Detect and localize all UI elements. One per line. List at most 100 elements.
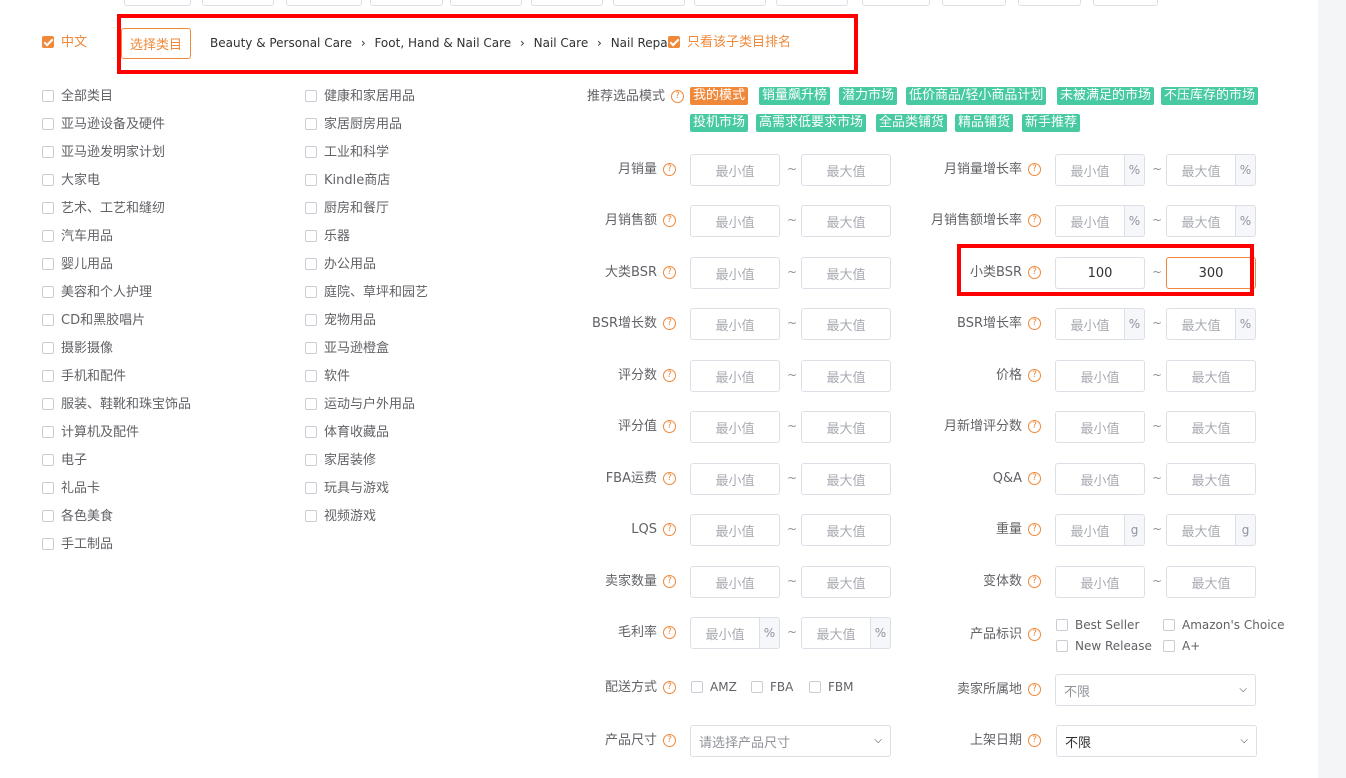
category-checkbox[interactable]: CD和黑胶唱片 xyxy=(42,313,145,329)
filter-max-input[interactable]: 最大值 xyxy=(801,566,891,598)
listing-date-select[interactable]: 不限 ⌵ xyxy=(1056,725,1257,757)
category-checkbox[interactable]: 各色美食 xyxy=(42,509,113,525)
product-size-select[interactable]: 请选择产品尺寸 ⌵ xyxy=(690,725,891,757)
filter-max-input[interactable]: 最大值 xyxy=(801,257,891,289)
help-icon[interactable]: ? xyxy=(1028,575,1041,588)
filter-max-input[interactable]: 最大值 xyxy=(801,463,891,495)
category-checkbox[interactable]: 汽车用品 xyxy=(42,229,113,245)
filter-min-input[interactable]: 最小值 xyxy=(1055,411,1145,443)
filter-min-input[interactable]: 最小值 xyxy=(1055,463,1145,495)
filter-max-input[interactable]: 最大值 xyxy=(801,308,891,340)
filter-min-input[interactable]: 最小值 xyxy=(690,617,760,649)
filter-min-input[interactable]: 最小值 xyxy=(690,463,780,495)
top-button[interactable] xyxy=(942,0,1006,6)
category-checkbox[interactable]: 手机和配件 xyxy=(42,369,126,385)
delivery-amz-checkbox[interactable]: AMZ xyxy=(691,680,737,694)
filter-min-input[interactable]: 最小值 xyxy=(1055,360,1145,392)
top-button[interactable] xyxy=(694,0,766,6)
top-button[interactable] xyxy=(531,0,603,6)
top-button[interactable] xyxy=(124,0,191,6)
category-checkbox[interactable]: 厨房和餐厅 xyxy=(305,201,389,217)
mode-tag[interactable]: 精品铺货 xyxy=(955,114,1014,132)
category-checkbox[interactable]: 摄影摄像 xyxy=(42,341,113,357)
category-checkbox[interactable]: 视频游戏 xyxy=(305,509,376,525)
help-icon[interactable]: ? xyxy=(663,472,676,485)
badge-best-seller-checkbox[interactable]: Best Seller xyxy=(1056,618,1139,632)
category-checkbox[interactable]: 婴儿用品 xyxy=(42,257,113,273)
mode-tag[interactable]: 销量飙升榜 xyxy=(759,87,831,105)
category-checkbox[interactable]: 服装、鞋靴和珠宝饰品 xyxy=(42,397,191,413)
mode-tag[interactable]: 投机市场 xyxy=(690,114,749,132)
category-checkbox[interactable]: 家居厨房用品 xyxy=(305,117,402,133)
filter-min-input[interactable]: 最小值 xyxy=(1055,308,1125,340)
category-checkbox[interactable]: 办公用品 xyxy=(305,257,376,273)
category-checkbox[interactable]: 亚马逊发明家计划 xyxy=(42,145,165,161)
mode-tag[interactable]: 不压库存的市场 xyxy=(1161,87,1259,105)
filter-max-input[interactable]: 最大值 xyxy=(1166,463,1256,495)
help-icon[interactable]: ? xyxy=(1028,472,1041,485)
filter-min-input[interactable]: 最小值 xyxy=(690,154,780,186)
help-icon[interactable]: ? xyxy=(663,369,676,382)
mode-tag[interactable]: 低价商品/轻小商品计划 xyxy=(906,87,1047,105)
filter-max-input[interactable]: 最大值 xyxy=(1166,205,1236,237)
help-icon[interactable]: ? xyxy=(663,214,676,227)
filter-max-input[interactable]: 最大值 xyxy=(801,411,891,443)
top-button[interactable] xyxy=(370,0,443,6)
category-checkbox[interactable]: Kindle商店 xyxy=(305,173,390,189)
top-button[interactable] xyxy=(1093,0,1158,6)
filter-min-input[interactable]: 最小值 xyxy=(690,566,780,598)
mode-tag[interactable]: 全品类铺货 xyxy=(876,114,948,132)
delivery-fbm-checkbox[interactable]: FBM xyxy=(809,680,854,694)
top-button[interactable] xyxy=(862,0,930,6)
category-checkbox[interactable]: 宠物用品 xyxy=(305,313,376,329)
filter-max-input[interactable]: 最大值 xyxy=(1166,308,1236,340)
category-checkbox[interactable]: 全部类目 xyxy=(42,89,113,105)
category-checkbox[interactable]: 计算机及配件 xyxy=(42,425,139,441)
category-checkbox[interactable]: 软件 xyxy=(305,369,350,385)
category-checkbox[interactable]: 美容和个人护理 xyxy=(42,285,152,301)
help-icon[interactable]: ? xyxy=(1028,683,1041,696)
mode-tag[interactable]: 高需求低要求市场 xyxy=(756,114,867,132)
mode-tag[interactable]: 潜力市场 xyxy=(839,87,898,105)
category-checkbox[interactable]: 乐器 xyxy=(305,229,350,245)
help-icon[interactable]: ? xyxy=(663,575,676,588)
help-icon[interactable]: ? xyxy=(671,90,684,103)
filter-min-input[interactable]: 最小值 xyxy=(690,205,780,237)
filter-min-input[interactable]: 最小值 xyxy=(690,308,780,340)
filter-max-input[interactable]: 最大值 xyxy=(1166,411,1256,443)
filter-max-input[interactable]: 最大值 xyxy=(801,617,871,649)
filter-max-input[interactable]: 最大值 xyxy=(801,205,891,237)
filter-min-input[interactable]: 最小值 xyxy=(690,514,780,546)
category-checkbox[interactable]: 手工制品 xyxy=(42,537,113,553)
help-icon[interactable]: ? xyxy=(1028,628,1041,641)
filter-min-input[interactable]: 最小值 xyxy=(690,360,780,392)
category-checkbox[interactable]: 礼品卡 xyxy=(42,481,100,497)
mode-tag[interactable]: 未被满足的市场 xyxy=(1057,87,1155,105)
filter-max-input[interactable]: 最大值 xyxy=(1166,566,1256,598)
filter-min-input[interactable]: 最小值 xyxy=(690,411,780,443)
filter-max-input[interactable]: 最大值 xyxy=(1166,514,1236,546)
help-icon[interactable]: ? xyxy=(1028,734,1041,747)
help-icon[interactable]: ? xyxy=(1028,523,1041,536)
category-checkbox[interactable]: 亚马逊设备及硬件 xyxy=(42,117,165,133)
category-checkbox[interactable]: 庭院、草坪和园艺 xyxy=(305,285,428,301)
category-checkbox[interactable]: 家居装修 xyxy=(305,453,376,469)
help-icon[interactable]: ? xyxy=(663,681,676,694)
badge-new-release-checkbox[interactable]: New Release xyxy=(1056,639,1152,653)
top-button[interactable] xyxy=(776,0,848,6)
delivery-fba-checkbox[interactable]: FBA xyxy=(751,680,793,694)
category-checkbox[interactable]: 大家电 xyxy=(42,173,100,189)
filter-max-input[interactable]: 最大值 xyxy=(1166,360,1256,392)
filter-max-input[interactable]: 最大值 xyxy=(801,154,891,186)
badge-amazons-choice-checkbox[interactable]: Amazon's Choice xyxy=(1163,618,1285,632)
top-button[interactable] xyxy=(450,0,522,6)
badge-a-plus-checkbox[interactable]: A+ xyxy=(1163,639,1200,653)
mode-tag[interactable]: 新手推荐 xyxy=(1022,114,1081,132)
help-icon[interactable]: ? xyxy=(663,523,676,536)
help-icon[interactable]: ? xyxy=(663,317,676,330)
category-checkbox[interactable]: 健康和家居用品 xyxy=(305,89,415,105)
language-checkbox[interactable]: 中文 xyxy=(42,35,87,51)
top-button[interactable] xyxy=(286,0,362,6)
help-icon[interactable]: ? xyxy=(1028,163,1041,176)
help-icon[interactable]: ? xyxy=(1028,369,1041,382)
